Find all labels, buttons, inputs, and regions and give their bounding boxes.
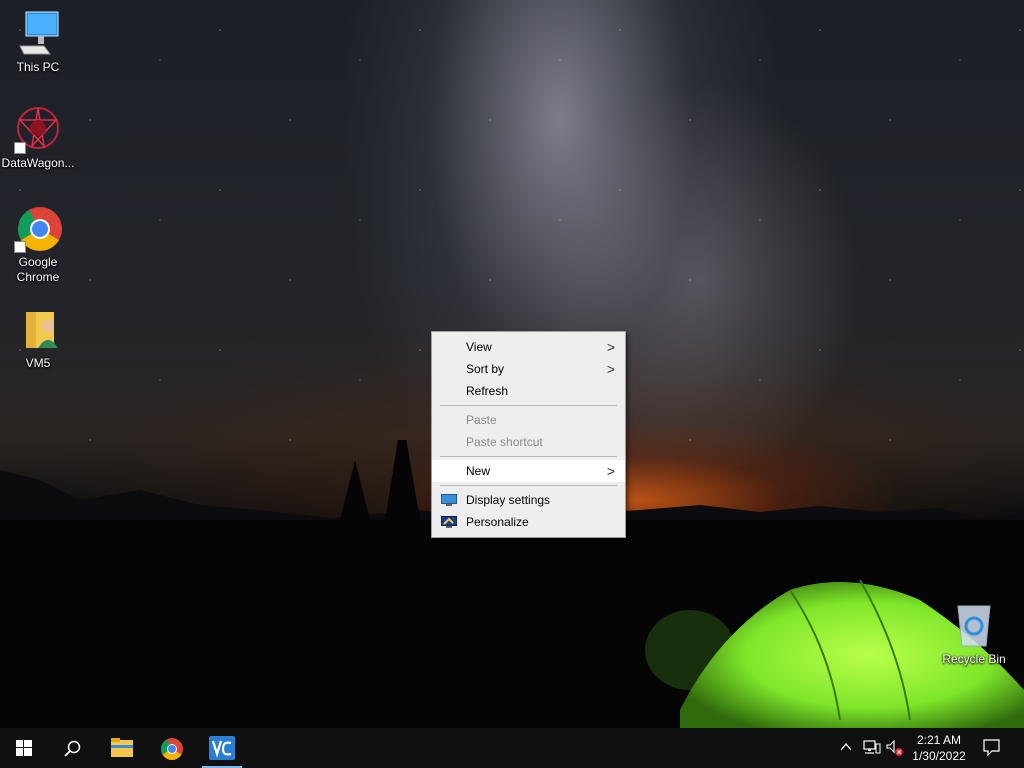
menu-item-label: Personalize [466,515,529,529]
chrome-icon [14,205,62,253]
menu-item-label: Paste shortcut [466,435,543,449]
recycle-bin-icon [950,602,998,650]
shortcut-arrow-icon [14,142,26,154]
desktop-icon-label: This PC [16,60,60,74]
start-icon [16,740,32,756]
computer-icon [14,10,62,58]
personalize-icon [441,516,457,528]
menu-item-label: Refresh [466,384,509,398]
desktop-context-menu: View > Sort by > Refresh Paste Paste sho… [431,331,626,538]
search-icon [64,740,81,757]
menu-item-new[interactable]: New > [432,460,625,482]
file-explorer-icon [111,738,133,757]
menu-item-sort-by[interactable]: Sort by > [432,358,625,380]
taskbar-file-explorer[interactable] [98,728,146,768]
clock-date: 1/30/2022 [912,749,966,763]
menu-separator [440,485,617,486]
desktop-icon-datawagon[interactable]: DataWagon... [0,106,76,171]
volume-muted-icon[interactable] [886,740,904,756]
desktop-icon-label: Google Chrome [16,255,60,284]
taskbar-chrome[interactable] [148,728,196,768]
desktop-icon-label: DataWagon... [1,156,75,170]
desktop-icon-label: Recycle Bin [942,652,1006,666]
clock-time: 2:21 AM [916,733,962,747]
user-folder-icon [14,306,62,354]
display-icon [441,494,457,506]
notifications-icon[interactable] [983,739,1000,756]
menu-item-display-settings[interactable]: Display settings [432,489,625,511]
menu-item-label: Sort by [466,362,505,376]
datawagon-icon [14,106,62,154]
taskbar: 2:21 AM 1/30/2022 [0,728,1024,768]
chrome-icon [161,738,183,760]
menu-item-refresh[interactable]: Refresh [432,380,625,402]
menu-separator [440,456,617,457]
system-clock[interactable]: 2:21 AM 1/30/2022 [904,732,974,764]
network-icon[interactable] [863,740,881,756]
menu-item-label: New [466,464,491,478]
menu-item-personalize[interactable]: Personalize [432,511,625,533]
menu-item-label: View [466,340,492,354]
vmware-icon [209,736,235,760]
menu-item-label: Paste [466,413,497,427]
shortcut-arrow-icon [14,241,26,253]
chevron-right-icon: > [606,339,615,355]
desktop-icon-google-chrome[interactable]: Google Chrome [0,205,76,285]
desktop-icon-vm5[interactable]: VM5 [0,306,76,371]
menu-item-view[interactable]: View > [432,336,625,358]
menu-separator [440,405,617,406]
chevron-right-icon: > [606,463,615,479]
start-button[interactable] [0,728,48,768]
menu-item-paste-shortcut: Paste shortcut [432,431,625,453]
desktop-icon-recycle-bin[interactable]: Recycle Bin [936,602,1012,667]
search-button[interactable] [48,728,96,768]
taskbar-vmware[interactable] [198,728,246,768]
desktop-icon-label: VM5 [25,356,51,370]
chevron-right-icon: > [606,361,615,377]
chevron-up-icon[interactable] [840,742,852,752]
menu-item-label: Display settings [466,493,551,507]
desktop-icon-this-pc[interactable]: This PC [0,10,76,75]
menu-item-paste: Paste [432,409,625,431]
